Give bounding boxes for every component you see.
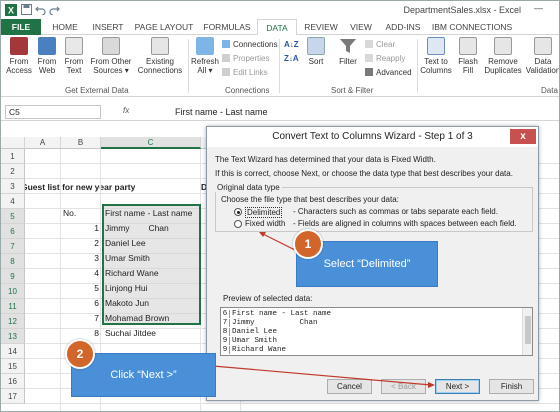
group-label-original-data-type: Original data type bbox=[215, 183, 282, 192]
step-badge-1: 1 bbox=[293, 229, 323, 259]
excel-window: X DepartmentSales.xlsx - Excel — FILE HO… bbox=[0, 0, 560, 412]
arrow-head-next bbox=[428, 382, 435, 388]
arrow-to-next bbox=[212, 365, 432, 386]
step-badge-2: 2 bbox=[65, 339, 95, 369]
